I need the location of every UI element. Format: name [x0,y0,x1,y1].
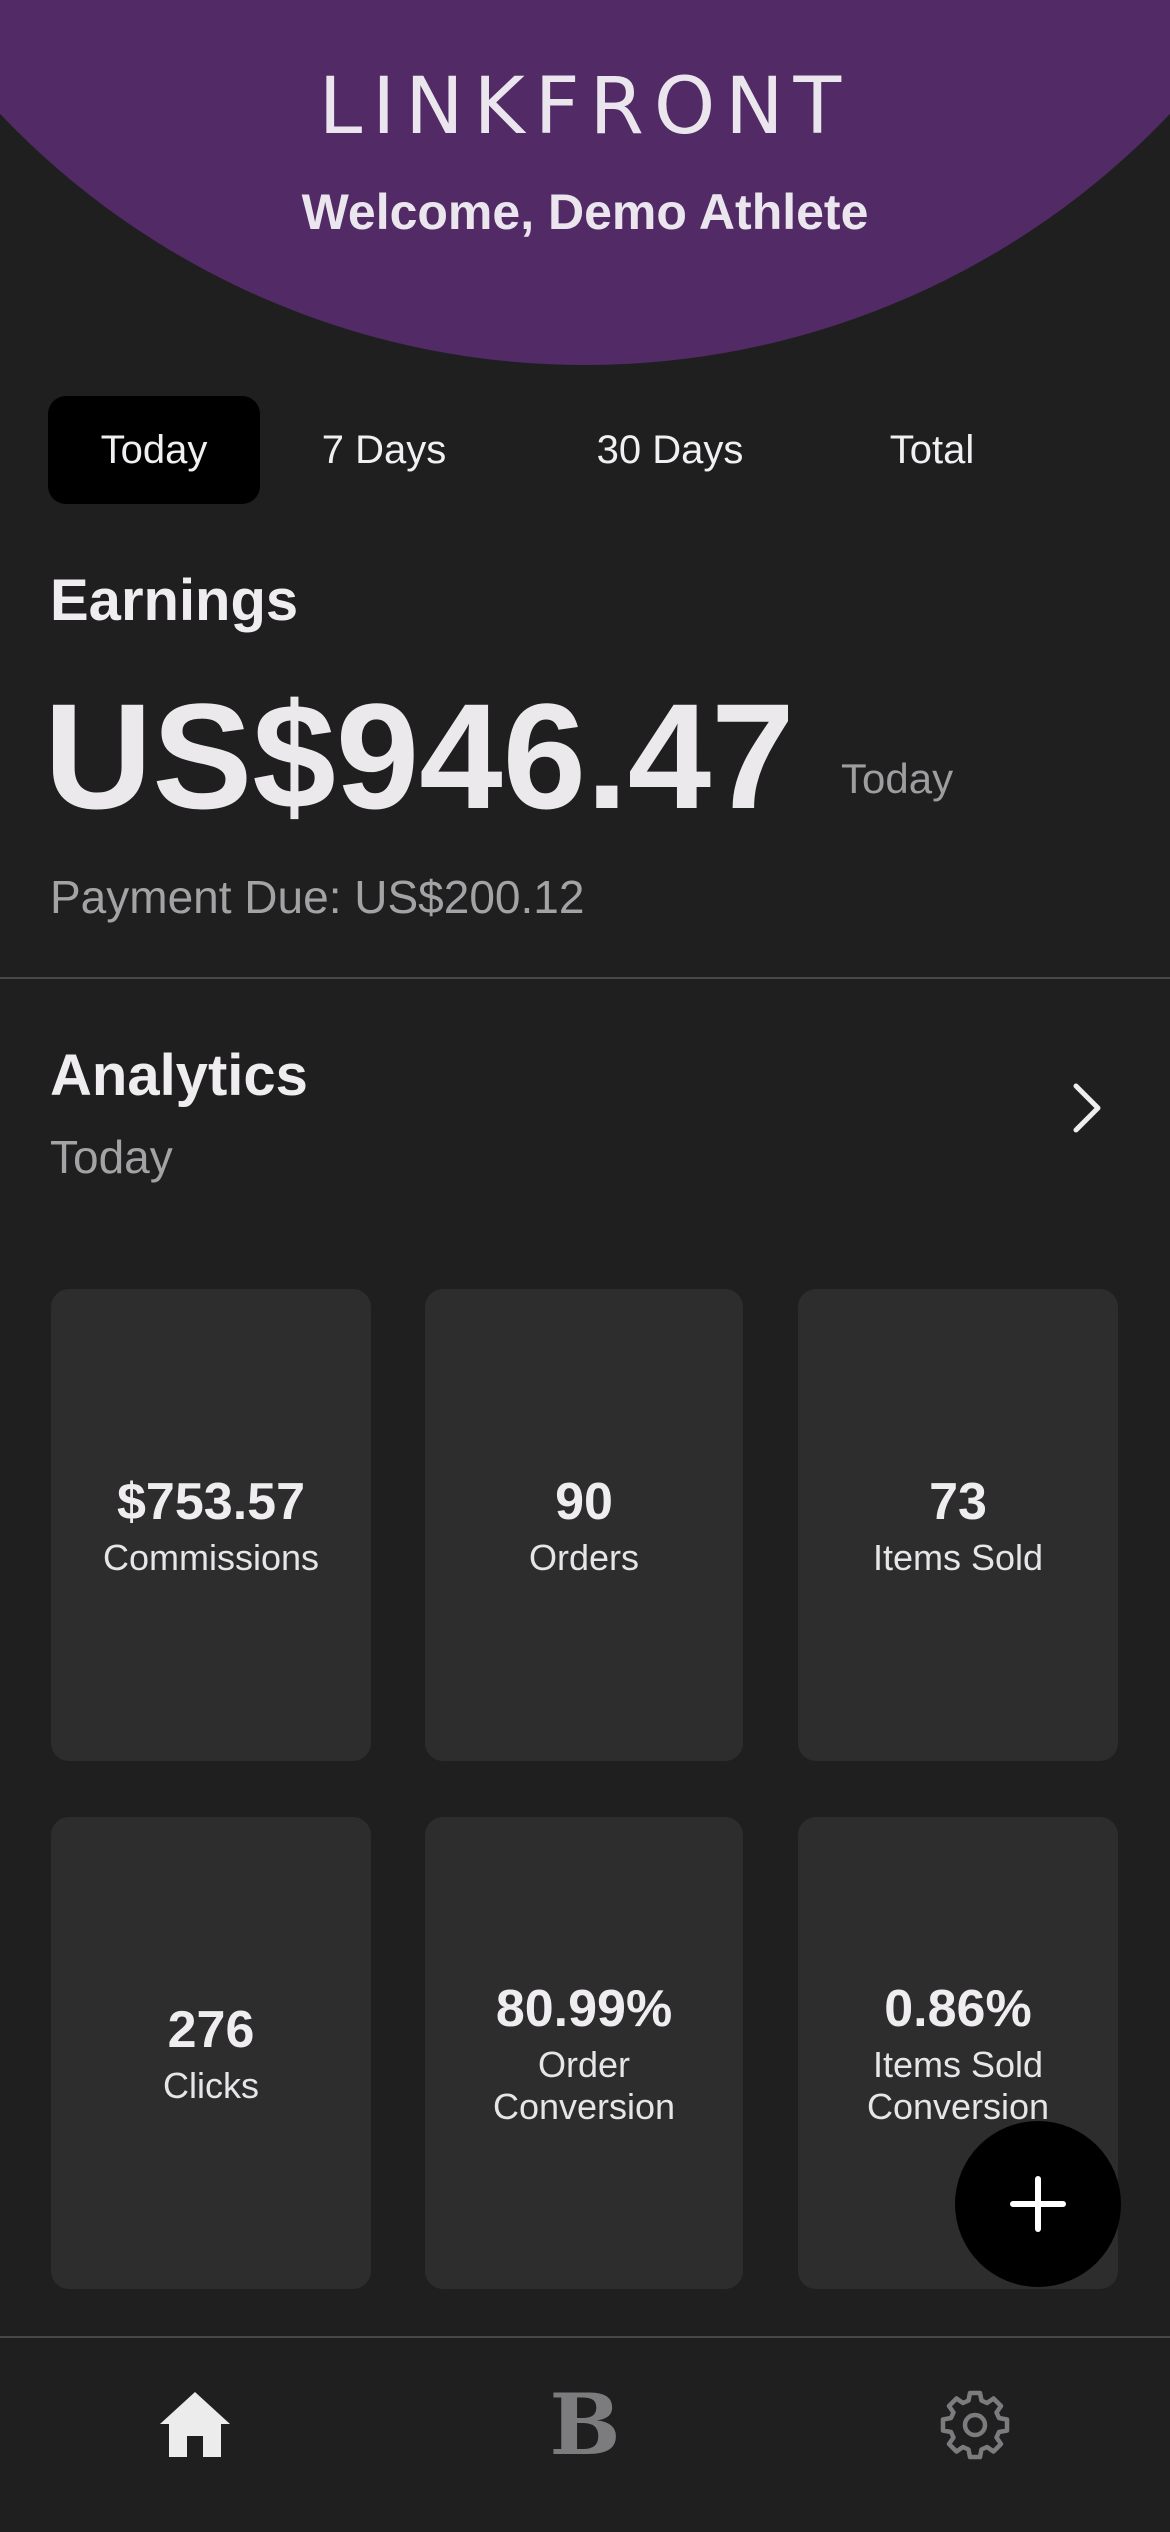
stat-label: Clicks [163,2065,259,2106]
stat-value: 276 [167,2001,255,2059]
analytics-period: Today [50,1131,173,1183]
stat-label: Items Sold Conversion [866,2044,1050,2127]
gear-icon [940,2390,1010,2460]
stat-card-order-conversion[interactable]: 80.99% Order Conversion [425,1817,743,2289]
payment-due: Payment Due: US$200.12 [50,871,585,923]
section-divider [0,977,1170,979]
brand-b-icon: B [549,2375,621,2474]
header: LINKFRONT Welcome, Demo Athlete [0,0,1170,370]
tab-total[interactable]: Total [844,396,1020,504]
nav-brand[interactable]: B [390,2338,780,2532]
earnings-period: Today [841,755,954,802]
stat-value: 0.86% [884,1980,1032,2038]
tab-today[interactable]: Today [48,396,260,504]
tab-30-days[interactable]: 30 Days [556,396,784,504]
stat-label: Commissions [102,1537,320,1578]
plus-icon [1010,2176,1066,2232]
stat-card-clicks[interactable]: 276 Clicks [51,1817,371,2289]
stat-label: Orders [528,1537,640,1578]
stat-card-items-sold[interactable]: 73 Items Sold [798,1289,1118,1761]
stat-value: 90 [555,1473,613,1531]
add-button[interactable] [955,2121,1121,2287]
stat-value: 80.99% [495,1980,673,2038]
earnings-amount: US$946.47 [44,672,795,840]
stat-label: Order Conversion [492,2044,676,2127]
stat-value: 73 [929,1473,987,1531]
stat-card-commissions[interactable]: $753.57 Commissions [51,1289,371,1761]
chevron-right-icon[interactable] [1060,1080,1110,1136]
nav-settings[interactable] [780,2338,1170,2532]
welcome-text: Welcome, Demo Athlete [301,184,869,240]
nav-home[interactable] [0,2338,390,2532]
stat-label: Items Sold [872,1537,1044,1578]
analytics-title: Analytics [50,1043,308,1108]
tab-7-days[interactable]: 7 Days [278,396,490,504]
stat-card-orders[interactable]: 90 Orders [425,1289,743,1761]
brand-logo: LINKFRONT [318,62,852,152]
earnings-title: Earnings [50,568,299,633]
bottom-nav: B [0,2338,1170,2532]
home-icon [160,2392,230,2457]
stat-value: $753.57 [117,1473,305,1531]
